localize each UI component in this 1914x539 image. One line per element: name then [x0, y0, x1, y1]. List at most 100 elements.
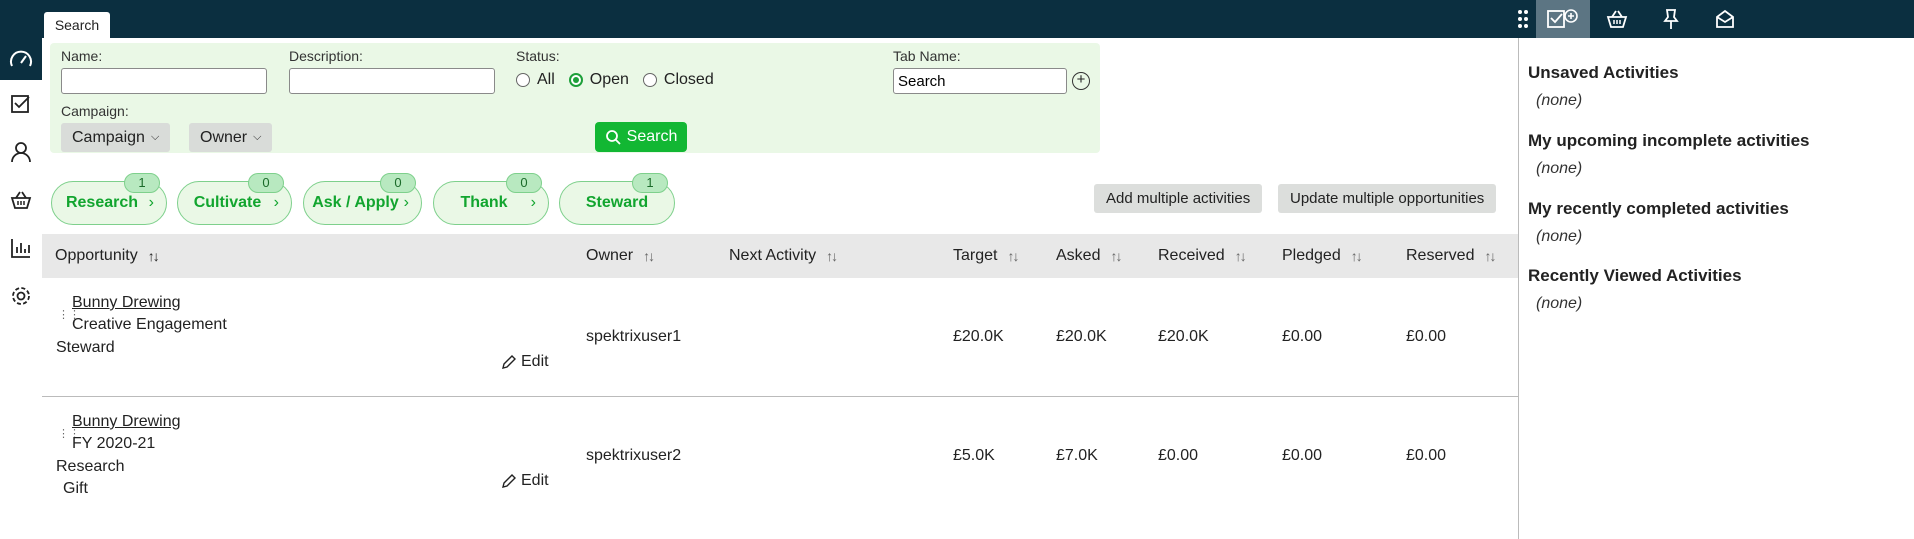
unsaved-activities-title: Unsaved Activities	[1528, 63, 1679, 82]
stage-count-badge: 0	[248, 173, 284, 193]
activities-side-panel: Unsaved Activities (none) My upcoming in…	[1518, 38, 1914, 539]
basket-nav-icon[interactable]	[0, 179, 42, 221]
recently-viewed-value: (none)	[1536, 295, 1583, 312]
stage-research[interactable]: 1 Research ›	[51, 173, 167, 225]
chevron-down-icon: ⌵	[253, 131, 262, 143]
add-activity-icon[interactable]	[1536, 0, 1590, 38]
pin-icon[interactable]	[1644, 0, 1698, 38]
tab-name-input[interactable]	[893, 68, 1067, 94]
settings-gear-icon[interactable]	[0, 275, 42, 317]
sort-icon: ↑↓	[1350, 248, 1363, 264]
chevron-right-icon: ›	[403, 194, 409, 211]
status-label: Status:	[516, 48, 560, 64]
column-owner[interactable]: Owner ↑↓	[586, 234, 655, 278]
sort-icon: ↑↓	[147, 248, 160, 264]
reserved-cell: £0.00	[1406, 328, 1447, 345]
status-all-radio[interactable]: All	[516, 71, 555, 89]
table-row: ⋮⋮ Bunny Drewing FY 2020-21 Research Gif…	[42, 411, 1518, 511]
owner-cell: spektrixuser1	[586, 328, 682, 345]
stage-cultivate[interactable]: 0 Cultivate ›	[177, 173, 292, 225]
status-radio-group: All Open Closed	[516, 71, 728, 89]
stage-steward[interactable]: 1 Steward	[559, 173, 675, 225]
owner-dropdown[interactable]: Owner ⌵	[189, 123, 273, 152]
owner-cell: spektrixuser2	[586, 447, 682, 464]
left-nav	[0, 38, 42, 539]
name-input[interactable]	[61, 68, 267, 94]
column-next-activity[interactable]: Next Activity ↑↓	[729, 234, 838, 278]
table-row: ⋮⋮ Bunny Drewing Creative Engagement Ste…	[42, 292, 1518, 396]
person-icon[interactable]	[0, 131, 42, 173]
update-multiple-opportunities-button[interactable]: Update multiple opportunities	[1278, 184, 1497, 213]
edit-button[interactable]: Edit	[501, 353, 549, 371]
sort-icon: ↑↓	[1110, 248, 1122, 264]
asked-cell: £20.0K	[1056, 328, 1107, 345]
pledged-cell: £0.00	[1282, 328, 1323, 345]
opportunity-name-link[interactable]: Bunny Drewing	[72, 413, 181, 431]
row-divider	[42, 396, 1518, 397]
upcoming-activities-title: My upcoming incomplete activities	[1528, 131, 1810, 150]
recently-viewed-title: Recently Viewed Activities	[1528, 266, 1742, 285]
pencil-icon	[502, 355, 516, 369]
stage-thank[interactable]: 0 Thank ›	[433, 173, 549, 225]
column-opportunity[interactable]: Opportunity ↑↓	[55, 234, 160, 278]
search-icon	[605, 130, 621, 145]
add-multiple-activities-button[interactable]: Add multiple activities	[1094, 184, 1263, 213]
description-label: Description:	[289, 48, 363, 64]
activities-icon[interactable]	[0, 83, 42, 125]
sort-icon: ↑↓	[1007, 248, 1019, 264]
received-cell: £20.0K	[1158, 328, 1209, 345]
tab-name-label: Tab Name:	[893, 48, 961, 64]
unsaved-activities-value: (none)	[1536, 92, 1583, 109]
target-cell: £5.0K	[953, 447, 995, 464]
opportunity-stage: Steward	[56, 339, 115, 356]
opportunity-campaign: Creative Engagement	[72, 316, 227, 333]
chevron-right-icon: ›	[273, 194, 279, 211]
column-pledged[interactable]: Pledged ↑↓	[1282, 234, 1363, 278]
search-button[interactable]: Search	[595, 122, 687, 152]
sort-icon: ↑↓	[1484, 248, 1496, 264]
column-target[interactable]: Target ↑↓	[953, 234, 1019, 278]
status-open-radio[interactable]: Open	[568, 71, 629, 89]
table-header: Opportunity ↑↓ Owner ↑↓ Next Activity ↑↓ Ta…	[42, 234, 1518, 278]
add-tab-icon[interactable]: +	[1072, 72, 1090, 90]
opportunity-name-link[interactable]: Bunny Drewing	[72, 294, 181, 312]
apps-grid-icon[interactable]	[1510, 0, 1536, 38]
sort-icon: ↑↓	[1234, 248, 1247, 264]
opportunity-type: Gift	[63, 480, 88, 497]
description-input[interactable]	[289, 68, 495, 94]
dashboard-icon[interactable]	[0, 38, 42, 80]
reports-chart-icon[interactable]	[0, 227, 42, 269]
column-reserved[interactable]: Reserved ↑↓	[1406, 234, 1496, 278]
stage-count-badge: 1	[632, 173, 668, 193]
sort-icon: ↑↓	[826, 248, 838, 264]
campaign-dropdown[interactable]: Campaign ⌵	[61, 123, 171, 152]
name-label: Name:	[61, 48, 103, 64]
stage-count-badge: 1	[124, 173, 160, 193]
edit-button[interactable]: Edit	[501, 472, 549, 490]
stage-ask-apply[interactable]: 0 Ask / Apply ›	[303, 173, 422, 225]
column-asked[interactable]: Asked ↑↓	[1056, 234, 1122, 278]
basket-icon[interactable]	[1590, 0, 1644, 38]
tab-search[interactable]: Search	[44, 12, 110, 38]
reserved-cell: £0.00	[1406, 447, 1447, 464]
asked-cell: £7.0K	[1056, 447, 1098, 464]
pencil-icon	[502, 474, 516, 488]
search-panel: Name: Description: Status: All Open Clos…	[50, 43, 1100, 153]
chevron-right-icon: ›	[148, 194, 154, 211]
sort-icon: ↑↓	[643, 248, 655, 264]
target-cell: £20.0K	[953, 328, 1004, 345]
campaign-label: Campaign:	[61, 103, 129, 119]
column-received[interactable]: Received ↑↓	[1158, 234, 1247, 278]
received-cell: £0.00	[1158, 447, 1199, 464]
mail-open-icon[interactable]	[1698, 0, 1752, 38]
chevron-down-icon: ⌵	[150, 131, 160, 143]
stage-count-badge: 0	[506, 173, 542, 193]
stage-count-badge: 0	[380, 173, 416, 193]
chevron-right-icon: ›	[530, 194, 536, 211]
opportunity-stage: Research	[56, 458, 125, 475]
completed-activities-value: (none)	[1536, 228, 1583, 245]
top-bar: Search	[0, 0, 1914, 38]
status-closed-radio[interactable]: Closed	[642, 71, 714, 89]
opportunity-campaign: FY 2020-21	[72, 435, 156, 452]
upcoming-activities-value: (none)	[1536, 160, 1583, 177]
